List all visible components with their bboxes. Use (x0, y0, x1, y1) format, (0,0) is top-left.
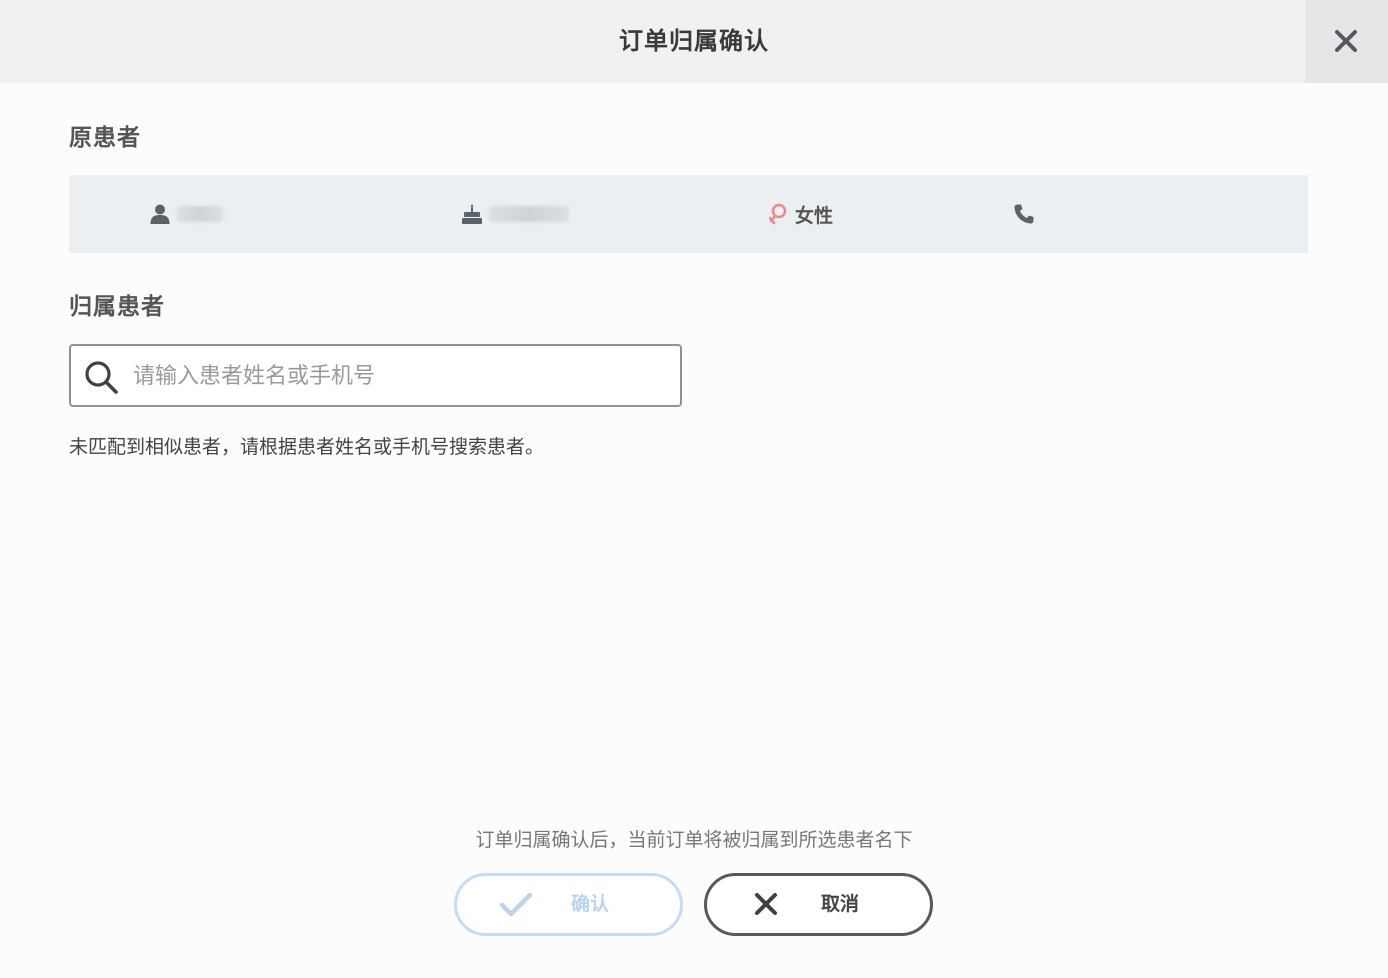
patient-name-redacted (177, 206, 223, 222)
confirm-note: 订单归属确认后，当前订单将被归属到所选患者名下 (475, 829, 913, 851)
patient-search-input[interactable] (131, 354, 665, 399)
close-icon (1335, 30, 1357, 52)
dialog-header: 订单归属确认 (0, 0, 1388, 83)
confirm-button[interactable]: 确认 (454, 873, 683, 936)
patient-phone-item (1013, 175, 1035, 253)
assign-patient-title: 归属患者 (69, 294, 165, 320)
patient-gender-item: 女性 (769, 175, 833, 253)
check-icon (499, 892, 533, 917)
close-button[interactable] (1305, 0, 1388, 83)
confirm-button-label: 确认 (571, 893, 610, 915)
x-icon (755, 893, 777, 915)
cancel-button-label: 取消 (821, 893, 860, 915)
original-patient-title: 原患者 (69, 125, 141, 151)
patient-gender: 女性 (795, 204, 834, 227)
patient-birthday-item (461, 175, 569, 253)
dialog-title: 订单归属确认 (619, 27, 769, 55)
cancel-button[interactable]: 取消 (704, 873, 933, 936)
search-icon (85, 361, 118, 394)
patient-search-box[interactable] (69, 344, 682, 407)
cake-icon (462, 204, 482, 224)
no-match-hint: 未匹配到相似患者，请根据患者姓名或手机号搜索患者。 (69, 436, 545, 458)
person-icon (150, 204, 170, 224)
phone-icon (1014, 204, 1034, 224)
female-icon (769, 203, 787, 225)
patient-birthday-redacted (489, 206, 569, 222)
order-ownership-dialog: 订单归属确认 原患者 女性 归属患者 请输入患者姓名或手机号 未匹配到相似患者，… (0, 0, 1388, 978)
original-patient-info-bar: 女性 (69, 175, 1308, 253)
patient-name-item (149, 175, 223, 253)
